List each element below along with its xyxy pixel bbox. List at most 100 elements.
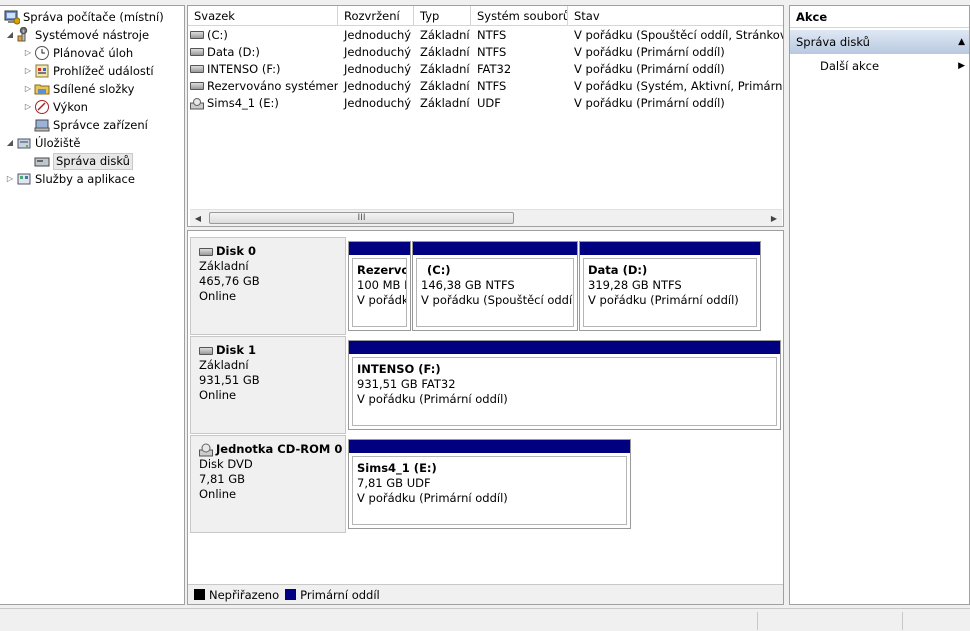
primary-partition-bar	[580, 242, 760, 255]
partition-name: Sims4_1 (E:)	[357, 461, 437, 475]
legend-label: Nepřiřazeno	[209, 587, 280, 602]
legend: Nepřiřazeno Primární oddíl	[188, 584, 783, 604]
volume-filesystem: NTFS	[477, 28, 507, 42]
horizontal-scrollbar[interactable]: ◀ III ▶	[190, 209, 782, 226]
tree-item-disk-management[interactable]: Správa disků	[34, 152, 133, 170]
tree-item-event-viewer[interactable]: ▷ Prohlížeč událostí	[22, 62, 154, 80]
table-row[interactable]: (C:) Jednoduchý Základní NTFS V pořádku …	[188, 27, 783, 44]
tree-item-shared-folders[interactable]: ▷ Sdílené složky	[22, 80, 134, 98]
status-divider	[902, 612, 903, 630]
tree-item-label: Správa počítače (místní)	[23, 10, 164, 24]
volume-layout: Jednoduchý	[344, 79, 412, 93]
partition-e[interactable]: Sims4_1 (E:) 7,81 GB UDF V pořádku (Prim…	[348, 439, 631, 529]
disk-size: 465,76 GB	[199, 274, 260, 288]
tree-item-services-applications[interactable]: ▷ Služby a aplikace	[4, 170, 135, 188]
status-bar	[0, 608, 970, 631]
tree-item-performance[interactable]: ▷ Výkon	[22, 98, 88, 116]
table-row[interactable]: Rezervováno systémem Jednoduchý Základní…	[188, 78, 783, 95]
device-manager-icon	[34, 117, 50, 133]
partition-d[interactable]: Data (D:) 319,28 GB NTFS V pořádku (Prim…	[579, 241, 761, 331]
primary-partition-bar	[413, 242, 577, 255]
primary-partition-bar	[349, 242, 410, 255]
partition-name: INTENSO (F:)	[357, 362, 441, 376]
primary-partition-bar	[349, 440, 630, 453]
services-icon	[16, 171, 32, 187]
disk-kind: Základní	[199, 358, 249, 372]
tree-item-label: Sdílené složky	[53, 82, 135, 96]
partition-size: 100 MB N	[357, 278, 406, 292]
tree-item-label: Správa disků	[53, 152, 133, 170]
actions-section-disk-management[interactable]: Správa disků ▲	[790, 30, 969, 54]
column-header-layout[interactable]: Rozvržení	[338, 6, 414, 26]
partition-status: V pořádku (Primární oddíl)	[357, 491, 508, 505]
volume-filesystem: UDF	[477, 96, 501, 110]
submenu-arrow-icon: ▶	[958, 61, 965, 71]
volume-name: Sims4_1 (E:)	[207, 96, 279, 110]
collapsed-arrow-icon[interactable]: ▷	[22, 98, 34, 116]
volume-name: Rezervováno systémem	[207, 79, 338, 93]
collapsed-arrow-icon[interactable]: ▷	[22, 80, 34, 98]
expanded-arrow-icon[interactable]: ◢	[4, 134, 16, 152]
tree-item-label: Správce zařízení	[53, 118, 148, 132]
partition-status: V pořádku (Primární oddíl)	[357, 392, 508, 406]
volume-layout: Jednoduchý	[344, 62, 412, 76]
status-divider	[757, 612, 758, 630]
collapsed-arrow-icon[interactable]: ▷	[4, 170, 16, 188]
cd-drive-icon	[199, 443, 213, 457]
disk-info-cdrom-0[interactable]: Jednotka CD-ROM 0 Disk DVD 7,81 GB Onlin…	[190, 435, 346, 533]
partition-name: (C:)	[427, 263, 451, 277]
column-header-status[interactable]: Stav	[568, 6, 783, 26]
partition-name: Rezervov	[357, 263, 406, 277]
volume-type: Základní	[420, 79, 470, 93]
collapsed-arrow-icon[interactable]: ▷	[22, 44, 34, 62]
partition-status: V pořádku (Primární oddíl)	[588, 293, 739, 307]
more-actions-item[interactable]: Další akce ▶	[790, 54, 969, 78]
tree-item-task-scheduler[interactable]: ▷ Plánovač úloh	[22, 44, 133, 62]
volume-icon	[190, 48, 204, 56]
shared-folder-icon	[34, 81, 50, 97]
partition-f[interactable]: INTENSO (F:) 931,51 GB FAT32 V pořádku (…	[348, 340, 781, 430]
performance-icon	[34, 99, 50, 115]
disk-name: Jednotka CD-ROM 0	[216, 442, 343, 456]
collapse-up-icon[interactable]: ▲	[958, 30, 965, 54]
disk-size: 931,51 GB	[199, 373, 260, 387]
column-header-type[interactable]: Typ	[414, 6, 471, 26]
tree-item-label: Systémové nástroje	[35, 28, 150, 42]
volume-layout: Jednoduchý	[344, 96, 412, 110]
actions-section-label: Správa disků	[796, 35, 870, 49]
disk-state: Online	[199, 289, 237, 303]
volume-name: (C:)	[207, 28, 228, 42]
scroll-thumb[interactable]: III	[209, 212, 514, 224]
collapsed-arrow-icon[interactable]: ▷	[22, 62, 34, 80]
disk-info-disk-1[interactable]: Disk 1 Základní 931,51 GB Online	[190, 336, 346, 434]
actions-header: Akce	[790, 6, 969, 28]
tree-item-system-tools[interactable]: ◢ Systémové nástroje	[4, 26, 149, 44]
scroll-left-icon[interactable]: ◀	[190, 210, 206, 226]
volume-type: Základní	[420, 62, 470, 76]
column-header-volume[interactable]: Svazek	[188, 6, 338, 26]
scroll-right-icon[interactable]: ▶	[766, 210, 782, 226]
column-header-filesystem[interactable]: Systém souborů	[471, 6, 568, 26]
table-row[interactable]: Sims4_1 (E:) Jednoduchý Základní UDF V p…	[188, 95, 783, 112]
volume-filesystem: NTFS	[477, 45, 507, 59]
tree-item-computer-management[interactable]: Správa počítače (místní)	[4, 8, 164, 26]
tree-item-label: Prohlížeč událostí	[53, 64, 154, 78]
table-row[interactable]: INTENSO (F:) Jednoduchý Základní FAT32 V…	[188, 61, 783, 78]
volume-status: V pořádku (Primární oddíl)	[574, 45, 725, 59]
disk-info-disk-0[interactable]: Disk 0 Základní 465,76 GB Online	[190, 237, 346, 335]
tree-item-device-manager[interactable]: Správce zařízení	[34, 116, 148, 134]
tree-item-label: Služby a aplikace	[35, 172, 135, 186]
volume-name: Data (D:)	[207, 45, 260, 59]
tree-item-label: Úložiště	[35, 136, 81, 150]
partition-c[interactable]: (C:) 146,38 GB NTFS V pořádku (Spouštěcí…	[412, 241, 578, 331]
disk-graphical-view: Disk 0 Základní 465,76 GB Online Rezervo…	[187, 230, 784, 605]
volume-list-header: Svazek Rozvržení Typ Systém souborů Stav	[188, 6, 783, 26]
navigation-tree: Správa počítače (místní) ◢ Systémové nás…	[0, 5, 185, 605]
tree-item-storage[interactable]: ◢ Úložiště	[4, 134, 81, 152]
expanded-arrow-icon[interactable]: ◢	[4, 26, 16, 44]
partition-status: V pořádku	[357, 293, 406, 307]
partition-reserved[interactable]: Rezervov 100 MB N V pořádku	[348, 241, 411, 331]
volume-status: V pořádku (Primární oddíl)	[574, 62, 725, 76]
volume-icon	[190, 65, 204, 73]
table-row[interactable]: Data (D:) Jednoduchý Základní NTFS V poř…	[188, 44, 783, 61]
